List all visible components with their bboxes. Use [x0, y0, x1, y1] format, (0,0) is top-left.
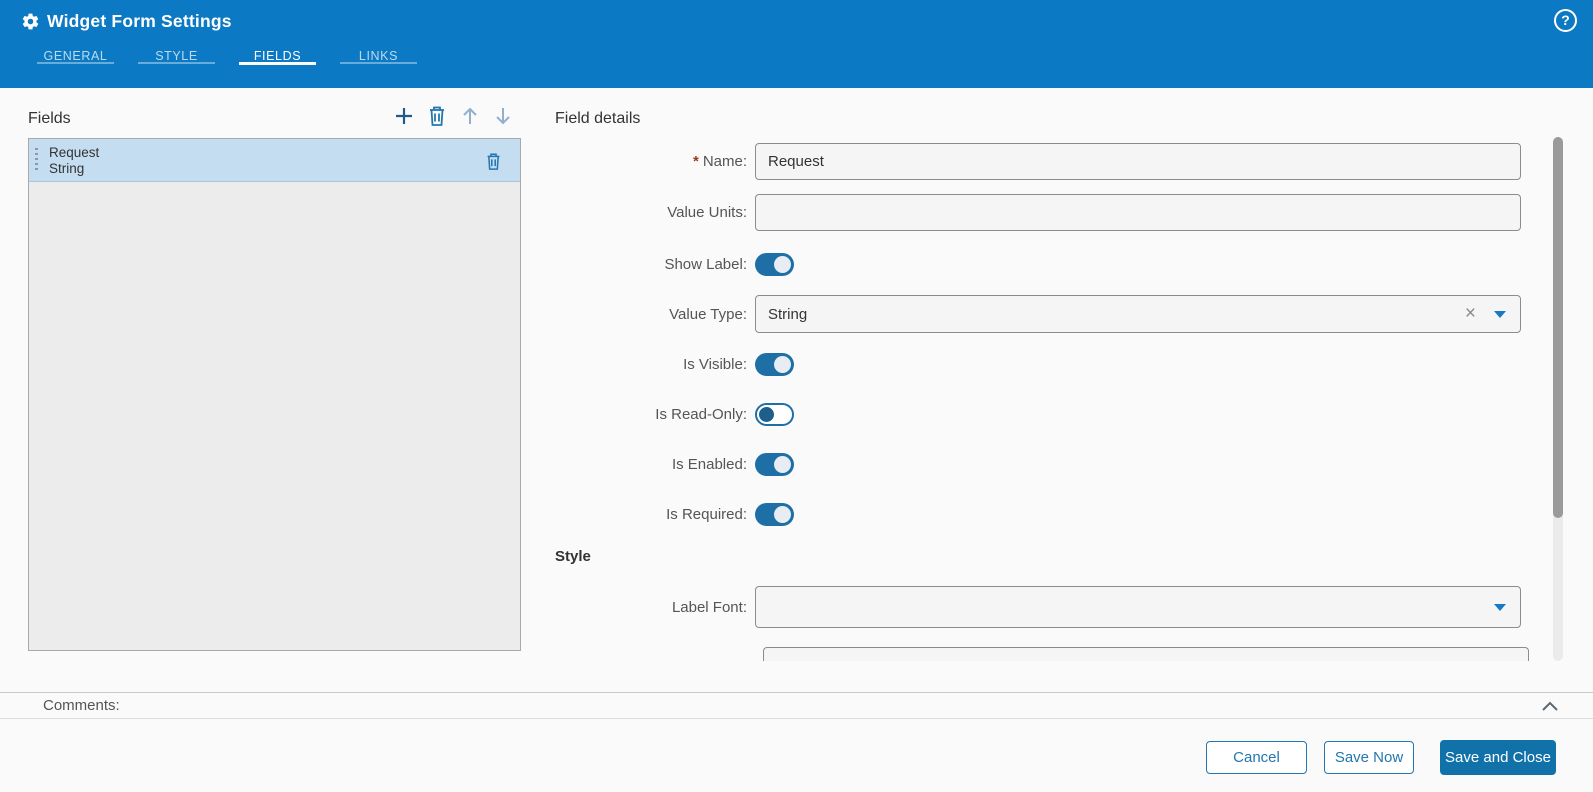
fields-toolbar: [392, 104, 515, 128]
label-font-label: Label Font:: [671, 598, 747, 616]
is-read-only-toggle[interactable]: [755, 403, 794, 426]
is-required-row: Is Required:: [555, 503, 1529, 526]
show-label-row: Show Label:: [555, 253, 1529, 276]
chevron-down-icon[interactable]: [1494, 311, 1506, 318]
tab-underline: [138, 62, 215, 64]
field-list-item[interactable]: Request String: [29, 139, 520, 182]
required-asterisk: *: [692, 153, 699, 170]
arrow-down-icon: [496, 108, 510, 125]
is-enabled-toggle[interactable]: [755, 453, 794, 476]
add-field-button[interactable]: [392, 104, 416, 128]
toggle-knob: [774, 256, 791, 273]
tab-style-label: STYLE: [155, 49, 198, 63]
tab-general[interactable]: GENERAL: [37, 40, 114, 75]
save-and-close-button[interactable]: Save and Close: [1440, 740, 1556, 775]
show-label-toggle[interactable]: [755, 253, 794, 276]
arrow-up-icon: [463, 107, 477, 124]
toggle-knob: [774, 506, 791, 523]
clear-icon[interactable]: ×: [1465, 304, 1476, 323]
is-visible-label: Is Visible:: [683, 356, 747, 373]
tab-bar: GENERAL STYLE FIELDS LINKS: [37, 40, 417, 75]
help-icon[interactable]: ?: [1554, 9, 1577, 32]
is-required-label: Is Required:: [666, 506, 747, 523]
toggle-knob: [774, 356, 791, 373]
move-field-down-button[interactable]: [491, 104, 515, 128]
value-type-select[interactable]: String ×: [755, 295, 1521, 333]
plus-icon: [396, 108, 412, 124]
dialog-header: Widget Form Settings ? GENERAL STYLE FIE…: [0, 0, 1593, 88]
chevron-down-icon[interactable]: [1494, 604, 1506, 611]
is-visible-toggle[interactable]: [755, 353, 794, 376]
tab-fields-label: FIELDS: [253, 49, 302, 63]
tab-fields[interactable]: FIELDS: [239, 40, 316, 75]
chevron-up-icon: [1542, 701, 1558, 711]
tab-general-label: GENERAL: [43, 49, 108, 63]
details-scrollbar[interactable]: [1553, 137, 1563, 661]
comments-label: Comments:: [43, 697, 120, 714]
widget-form-settings-dialog: Widget Form Settings ? GENERAL STYLE FIE…: [0, 0, 1593, 792]
value-units-row: Value Units:: [555, 194, 1529, 231]
tab-underline: [239, 62, 316, 65]
name-label-text: Name:: [702, 153, 747, 170]
delete-item-button[interactable]: [482, 150, 504, 172]
toggle-knob: [774, 456, 791, 473]
cancel-button[interactable]: Cancel: [1206, 741, 1307, 774]
label-font-row: Label Font:: [555, 586, 1529, 628]
tab-underline: [340, 62, 417, 64]
name-input[interactable]: [755, 143, 1521, 180]
fields-panel-title: Fields: [28, 110, 71, 127]
comments-collapse-button[interactable]: [1539, 696, 1561, 716]
tab-links-label: LINKS: [358, 49, 399, 63]
is-required-toggle[interactable]: [755, 503, 794, 526]
value-units-label: Value Units:: [667, 204, 747, 221]
fields-list: Request String: [28, 138, 521, 651]
tab-style[interactable]: STYLE: [138, 40, 215, 75]
value-units-input[interactable]: [755, 194, 1521, 231]
tab-links[interactable]: LINKS: [340, 40, 417, 75]
value-type-label: Value Type:: [669, 305, 747, 323]
is-enabled-label: Is Enabled:: [671, 456, 747, 473]
is-enabled-row: Is Enabled:: [555, 453, 1529, 476]
toggle-knob: [759, 407, 774, 422]
name-label: * Name:: [555, 143, 755, 180]
field-item-type: String: [49, 161, 85, 176]
comments-bar: Comments:: [0, 692, 1593, 719]
move-field-up-button[interactable]: [458, 104, 482, 128]
tab-underline: [37, 62, 114, 64]
delete-field-button[interactable]: [425, 104, 449, 128]
value-type-value: String: [768, 305, 808, 323]
clipped-next-input[interactable]: [763, 647, 1529, 661]
is-visible-row: Is Visible:: [555, 353, 1529, 376]
label-font-select[interactable]: [755, 586, 1521, 628]
scrollbar-thumb[interactable]: [1553, 137, 1563, 518]
is-read-only-row: Is Read-Only:: [555, 403, 1529, 426]
save-now-button[interactable]: Save Now: [1324, 741, 1414, 774]
field-details-title: Field details: [555, 110, 641, 127]
field-item-name: Request: [49, 145, 100, 160]
value-type-row: Value Type: String ×: [555, 295, 1529, 333]
gear-icon: [22, 13, 39, 30]
show-label-label: Show Label:: [664, 256, 747, 273]
name-row: * Name:: [555, 143, 1529, 180]
drag-handle[interactable]: [35, 148, 38, 173]
trash-icon: [487, 153, 499, 170]
page-title: Widget Form Settings: [47, 11, 232, 31]
style-section-title: Style: [555, 548, 591, 565]
trash-icon: [430, 106, 444, 126]
is-read-only-label: Is Read-Only:: [655, 406, 747, 423]
